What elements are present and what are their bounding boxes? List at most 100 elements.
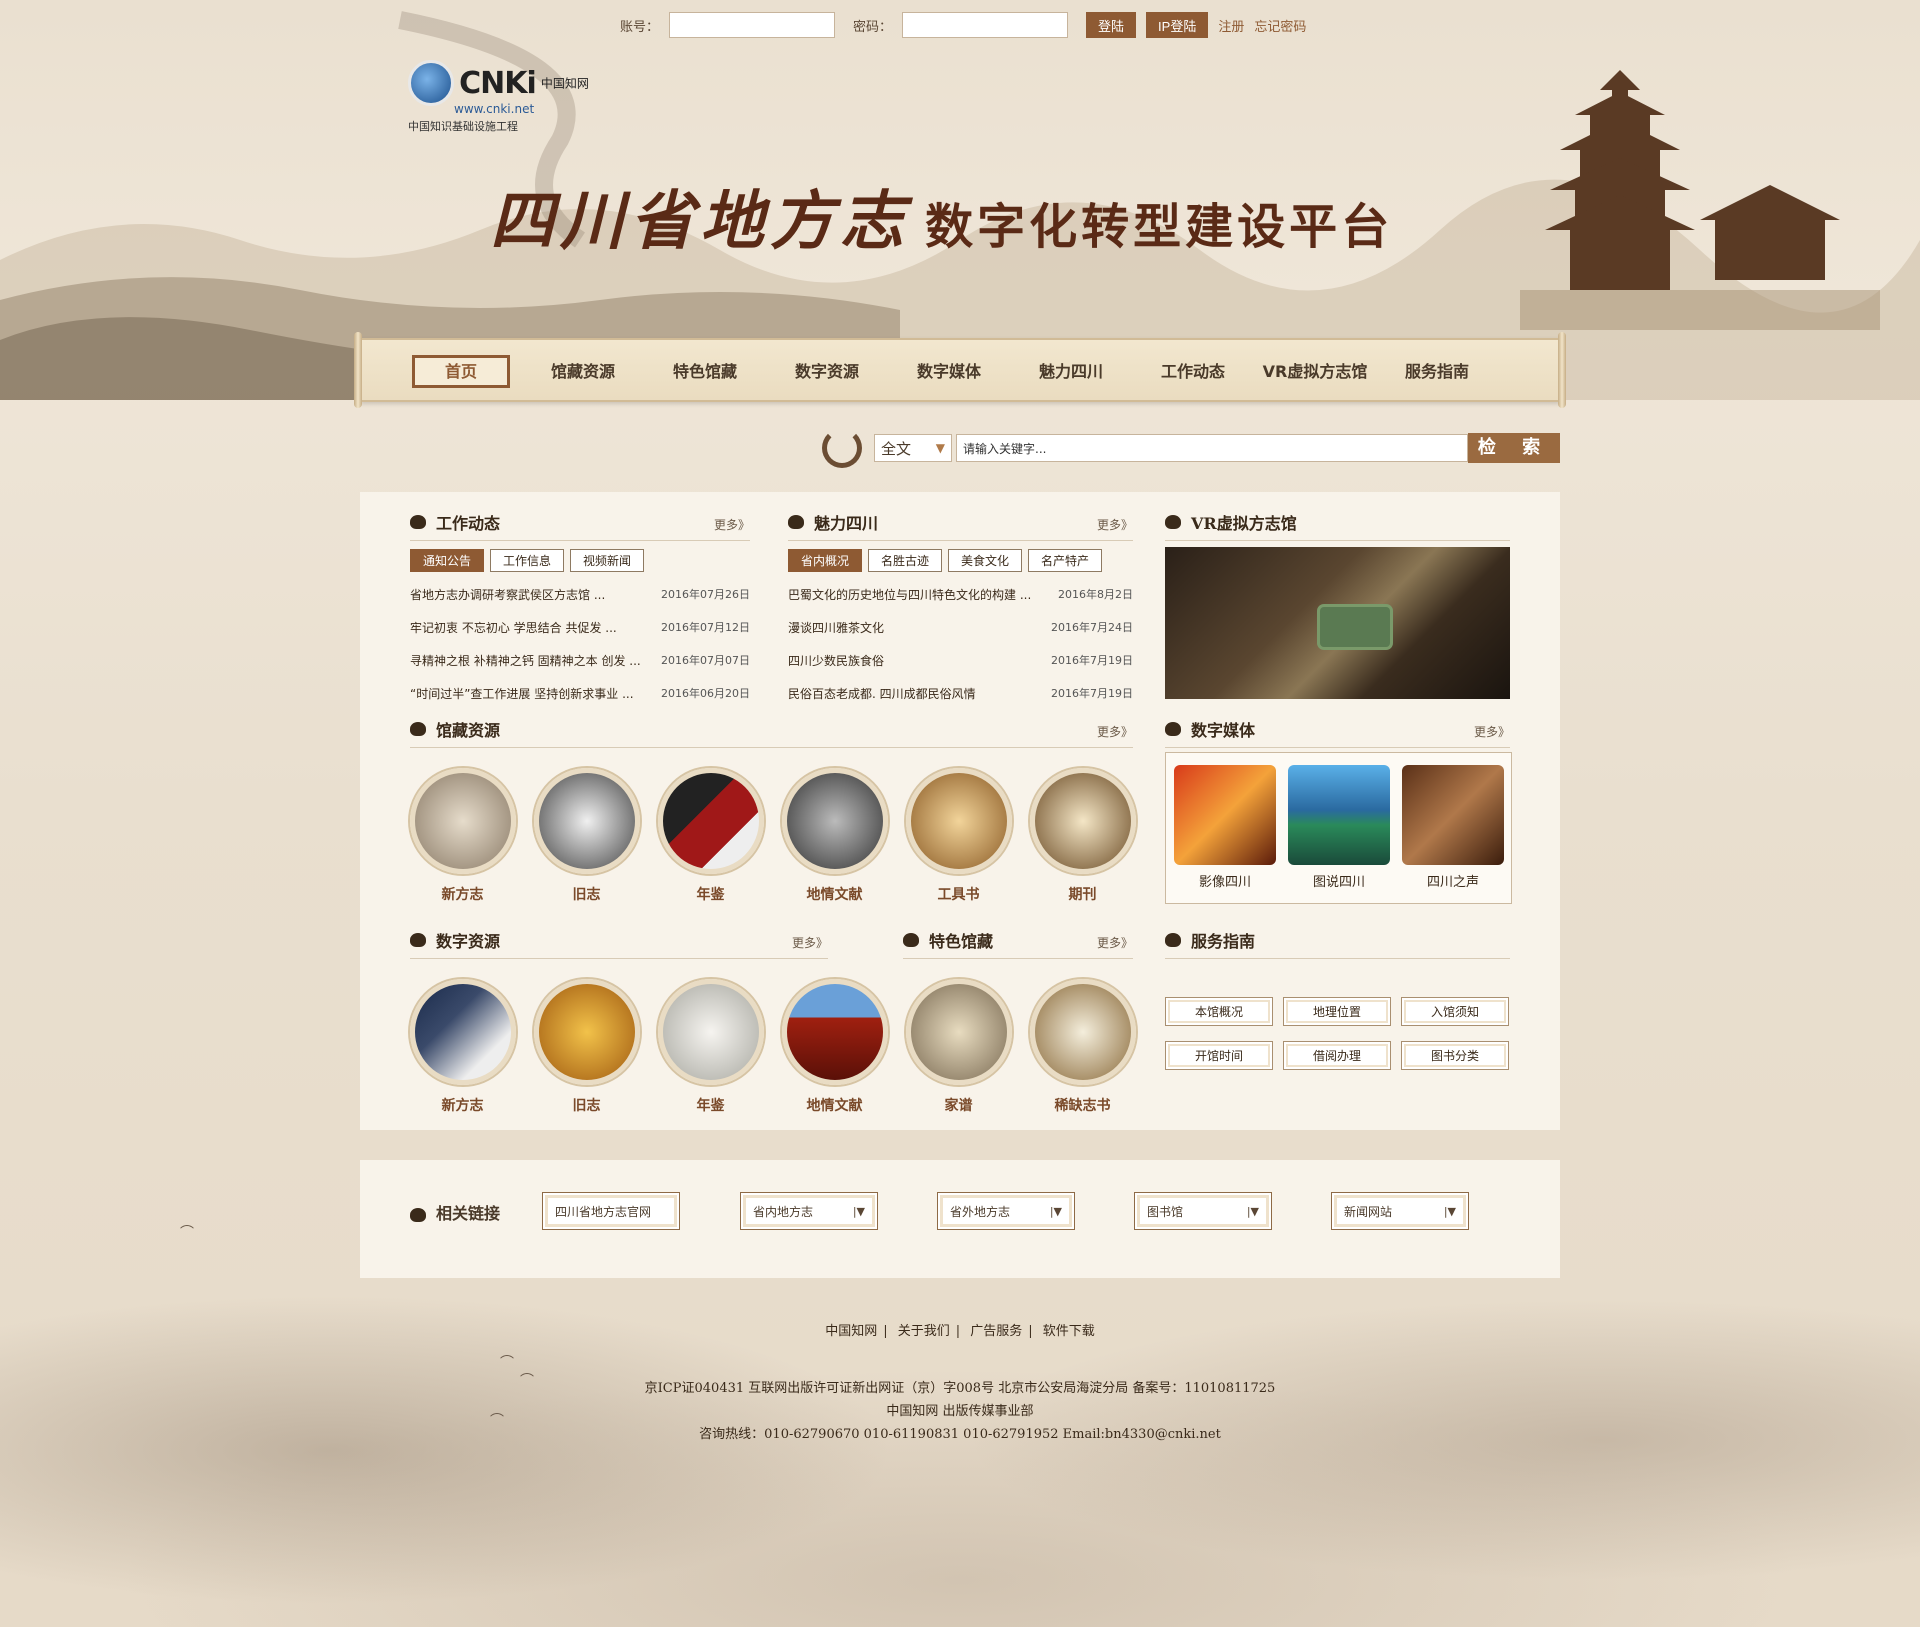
search-button[interactable]: 检 索: [1468, 433, 1560, 463]
service-button[interactable]: 图书分类: [1401, 1041, 1509, 1070]
logo-subtitle: 中国知识基础设施工程: [408, 120, 518, 133]
forgot-password-link[interactable]: 忘记密码: [1254, 16, 1306, 35]
collection-item[interactable]: 工具书: [906, 768, 1012, 904]
account-label: 账号：: [620, 19, 660, 35]
nav-item-service[interactable]: 服务指南: [1376, 358, 1498, 382]
charm-title: 魅力四川: [814, 514, 879, 533]
special-item[interactable]: 稀缺志书: [1030, 979, 1136, 1115]
collection-item[interactable]: 地情文献: [782, 768, 888, 904]
ip-login-button[interactable]: IP登陆: [1146, 12, 1209, 38]
chevron-down-icon: |▼: [1246, 1204, 1259, 1218]
nav-item-home[interactable]: 首页: [400, 355, 522, 388]
account-input[interactable]: [669, 12, 836, 38]
service-button[interactable]: 本馆概况: [1165, 997, 1273, 1026]
digital-item[interactable]: 新方志: [410, 979, 516, 1115]
tab-overview[interactable]: 省内概况: [788, 549, 863, 572]
footer-link[interactable]: 广告服务: [970, 1324, 1022, 1339]
list-item[interactable]: 漫谈四川雅茶文化 2016年7月24日: [788, 619, 1133, 652]
ink-circle-icon: [822, 428, 862, 468]
vr-header: VR虚拟方志馆: [1165, 510, 1510, 541]
nav-item-special[interactable]: 特色馆藏: [644, 358, 766, 382]
digital-item[interactable]: 地情文献: [782, 979, 888, 1115]
work-news-title: 工作动态: [436, 514, 501, 533]
search-scope-value: 全文: [881, 439, 912, 458]
login-bar: 账号： 密码： 登陆 IP登陆 注册 忘记密码: [620, 10, 1306, 40]
list-item[interactable]: 民俗百态老成都. 四川成都民俗风情 2016年7月19日: [788, 685, 1133, 718]
nav-item-work-news[interactable]: 工作动态: [1132, 358, 1254, 382]
books-image: [658, 768, 764, 874]
collection-item[interactable]: 新方志: [410, 768, 516, 904]
media-item[interactable]: 四川之声: [1402, 765, 1504, 890]
tab-scenic[interactable]: 名胜古迹: [868, 549, 943, 572]
nav-item-digital[interactable]: 数字资源: [766, 358, 888, 382]
digital-item[interactable]: 年鉴: [658, 979, 764, 1115]
main-nav: 首页 馆藏资源 特色馆藏 数字资源 数字媒体 魅力四川 工作动态 VR虚拟方志馆…: [354, 332, 1566, 408]
media-panel: 影像四川 图说四川 四川之声: [1165, 752, 1512, 904]
service-button[interactable]: 借阅办理: [1283, 1041, 1391, 1070]
link-dropdown-library[interactable]: 图书馆 |▼: [1134, 1192, 1272, 1230]
special-more-link[interactable]: 更多》: [1097, 934, 1133, 951]
password-input[interactable]: [902, 12, 1069, 38]
nav-item-media[interactable]: 数字媒体: [888, 358, 1010, 382]
vr-museum-image[interactable]: [1165, 547, 1510, 699]
tab-work-info[interactable]: 工作信息: [490, 549, 565, 572]
footer-link[interactable]: 软件下载: [1043, 1324, 1095, 1339]
footer-link[interactable]: 中国知网: [825, 1324, 877, 1339]
footer-icp: 京ICP证040431 互联网出版许可证新出网证（京）字008号 北京市公安局海…: [644, 1381, 1276, 1396]
special-item[interactable]: 家谱: [906, 979, 1012, 1115]
book-image: [1030, 768, 1136, 874]
list-item[interactable]: 四川少数民族食俗 2016年7月19日: [788, 652, 1133, 685]
media-item[interactable]: 图说四川: [1288, 765, 1390, 890]
charm-more-link[interactable]: 更多》: [1097, 516, 1133, 533]
login-button[interactable]: 登陆: [1086, 12, 1137, 38]
work-news-list: 省地方志办调研考察武侯区方志馆 ... 2016年07月26日 牢记初衷 不忘初心…: [410, 586, 750, 718]
work-news-tabs: 通知公告 工作信息 视频新闻: [410, 549, 645, 572]
tab-video-news[interactable]: 视频新闻: [570, 549, 645, 572]
list-item[interactable]: 寻精神之根 补精神之钙 固精神之本 创发 ... 2016年07月07日: [410, 652, 750, 685]
nav-item-charm[interactable]: 魅力四川: [1010, 358, 1132, 382]
service-button[interactable]: 入馆须知: [1401, 997, 1509, 1026]
list-item[interactable]: “时间过半”查工作进展 坚持创新求事业 ... 2016年06月20日: [410, 685, 750, 718]
footer-link[interactable]: 关于我们: [898, 1324, 950, 1339]
forbidden-city-image: [782, 979, 888, 1085]
media-more-link[interactable]: 更多》: [1474, 723, 1510, 740]
charm-list: 巴蜀文化的历史地位与四川特色文化的构建 ... 2016年8月2日 漫谈四川雅茶文…: [788, 586, 1133, 718]
service-button[interactable]: 地理位置: [1283, 997, 1391, 1026]
search-bar: 全文 ▼ 请输入关键字... 检 索: [822, 428, 1560, 468]
link-official-site[interactable]: 四川省地方志官网: [542, 1192, 680, 1230]
special-header: 特色馆藏 更多》: [903, 928, 1133, 959]
digital-header: 数字资源 更多》: [410, 928, 828, 959]
search-input[interactable]: 请输入关键字...: [956, 434, 1468, 462]
link-dropdown-in-province[interactable]: 省内地方志 |▼: [740, 1192, 878, 1230]
digital-more-link[interactable]: 更多》: [792, 934, 828, 951]
tab-notice[interactable]: 通知公告: [410, 549, 485, 572]
ink-landscape-image: [658, 979, 764, 1085]
service-button[interactable]: 开馆时间: [1165, 1041, 1273, 1070]
register-link[interactable]: 注册: [1218, 16, 1244, 35]
collection-item[interactable]: 旧志: [534, 768, 640, 904]
list-item[interactable]: 省地方志办调研考察武侯区方志馆 ... 2016年07月26日: [410, 586, 750, 619]
tab-food[interactable]: 美食文化: [948, 549, 1023, 572]
banner-title-sub: 数字化转型建设平台: [925, 199, 1394, 255]
ink-teapot-icon: [1165, 722, 1181, 736]
nav-item-vr[interactable]: VR虚拟方志馆: [1254, 358, 1376, 382]
collection-item[interactable]: 年鉴: [658, 768, 764, 904]
link-dropdown-news[interactable]: 新闻网站 |▼: [1331, 1192, 1469, 1230]
ink-teapot-icon: [1165, 515, 1181, 529]
nav-item-collection[interactable]: 馆藏资源: [522, 358, 644, 382]
cnki-logo[interactable]: CNKi 中国知网 www.cnki.net 中国知识基础设施工程: [408, 60, 589, 134]
footer: 中国知网 | 关于我们 | 广告服务 | 软件下载 京ICP证040431 互联网出版…: [0, 1320, 1920, 1446]
collection-item[interactable]: 期刊: [1030, 768, 1136, 904]
digital-item[interactable]: 旧志: [534, 979, 640, 1115]
ink-teapot-icon: [788, 515, 804, 529]
work-news-more-link[interactable]: 更多》: [714, 516, 750, 533]
link-dropdown-out-province[interactable]: 省外地方志 |▼: [937, 1192, 1075, 1230]
list-item[interactable]: 巴蜀文化的历史地位与四川特色文化的构建 ... 2016年8月2日: [788, 586, 1133, 619]
list-item[interactable]: 牢记初衷 不忘初心 学思结合 共促发 ... 2016年07月12日: [410, 619, 750, 652]
media-item[interactable]: 影像四川: [1174, 765, 1276, 890]
search-scope-select[interactable]: 全文 ▼: [874, 434, 952, 462]
scroll-image: [906, 768, 1012, 874]
tab-products[interactable]: 名产特产: [1028, 549, 1103, 572]
guzheng-image: [1402, 765, 1504, 865]
collection-more-link[interactable]: 更多》: [1097, 723, 1133, 740]
